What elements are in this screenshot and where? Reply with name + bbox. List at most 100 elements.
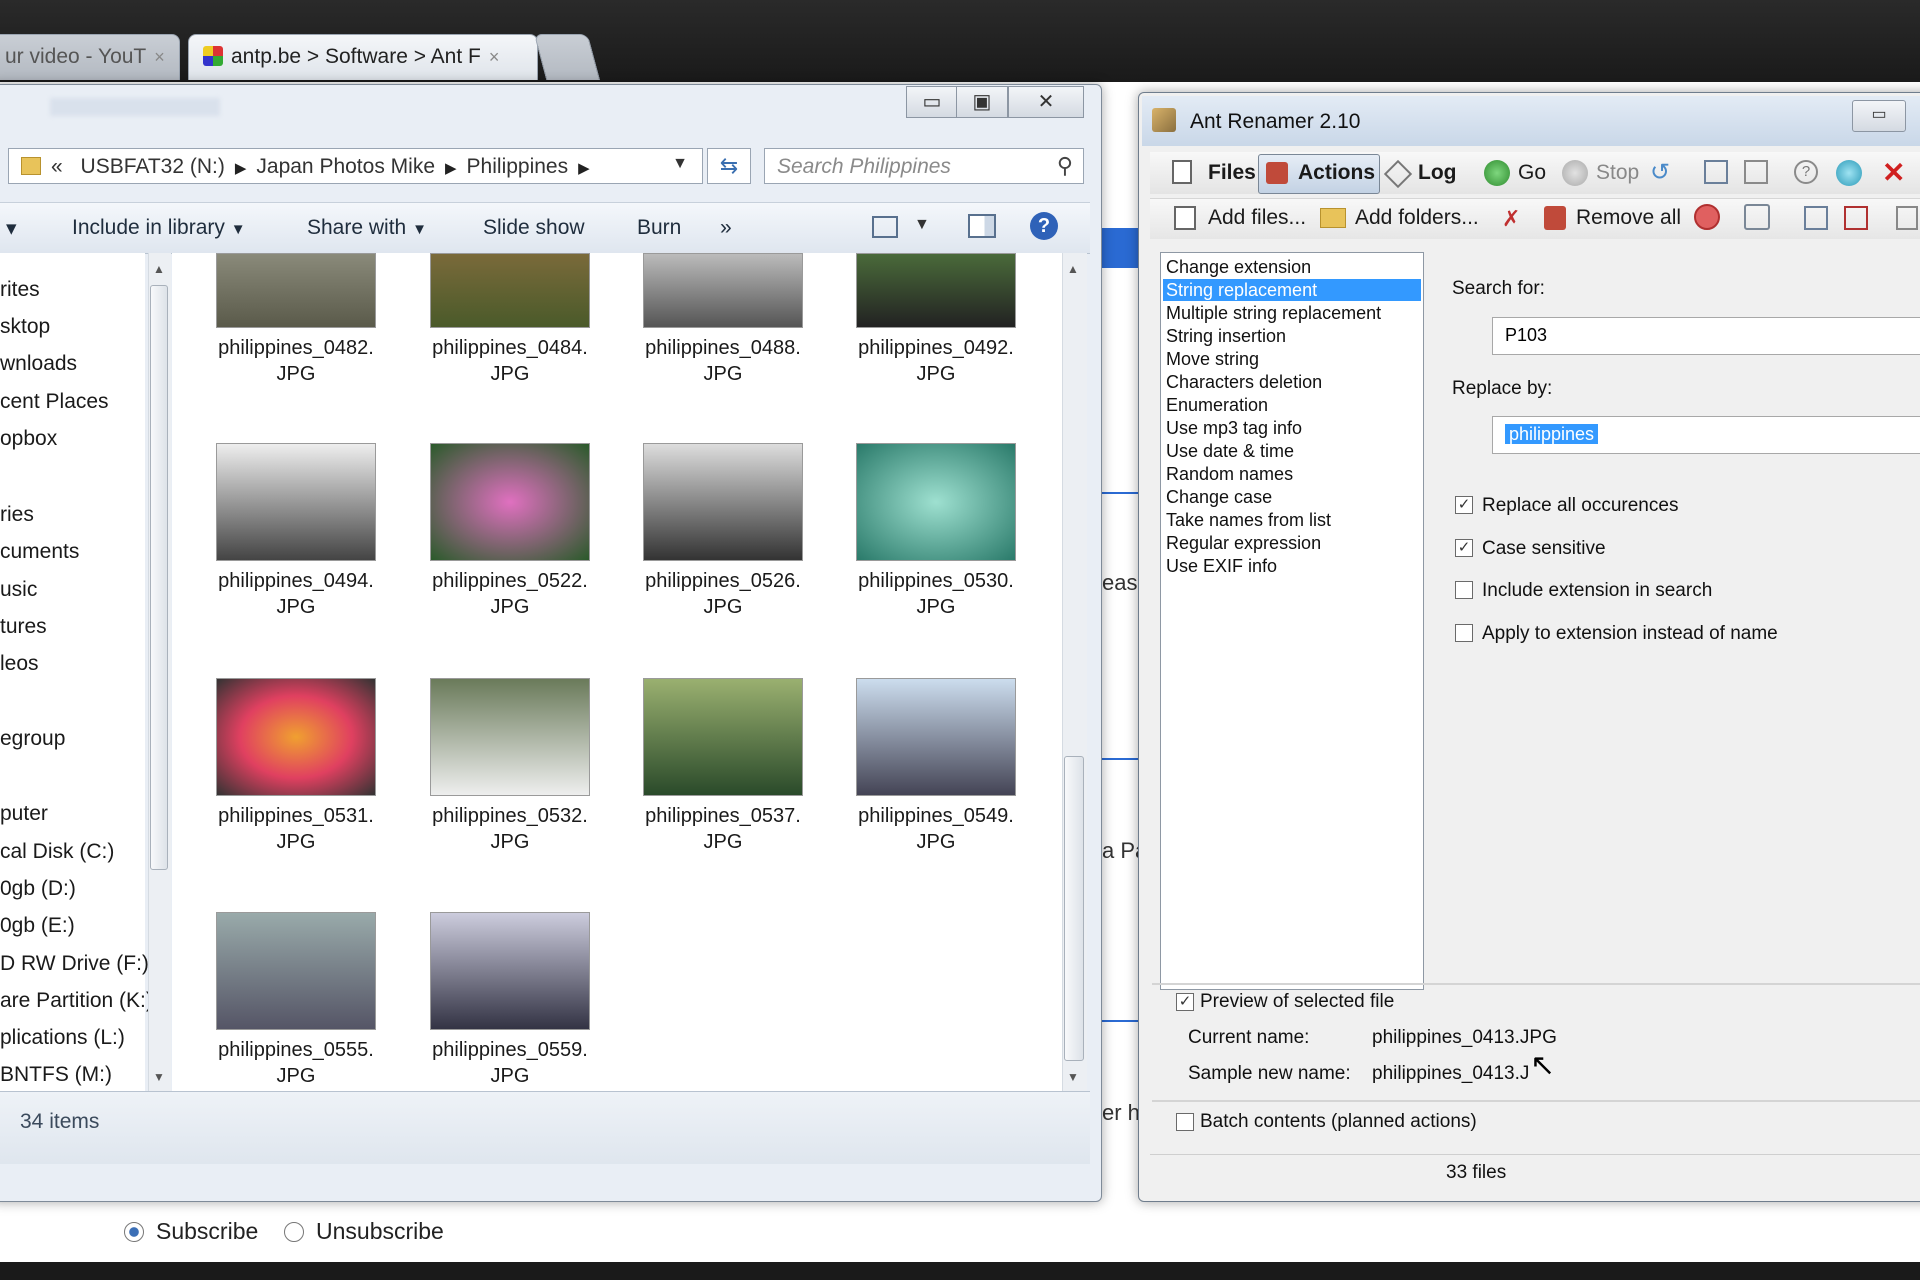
nav-item[interactable]: wnloads: [0, 352, 77, 376]
action-item[interactable]: Change extension: [1166, 257, 1311, 278]
action-item[interactable]: Move string: [1166, 349, 1259, 370]
grid-icon[interactable]: [1744, 160, 1768, 184]
file-name[interactable]: philippines_0532. JPG: [405, 803, 615, 855]
add-files-button[interactable]: Add files...: [1208, 206, 1306, 230]
action-item[interactable]: Characters deletion: [1166, 372, 1322, 393]
photo-thumbnail[interactable]: [430, 253, 590, 328]
add-folders-button[interactable]: Add folders...: [1355, 206, 1479, 230]
nav-item[interactable]: rites: [0, 278, 40, 302]
action-item[interactable]: String replacement: [1166, 280, 1317, 301]
view-dropdown-icon[interactable]: ▼: [914, 216, 930, 234]
nav-item[interactable]: opbox: [0, 427, 57, 451]
nav-item[interactable]: plications (L:): [0, 1026, 125, 1050]
address-bar[interactable]: « USBFAT32 (N:) ▶ Japan Photos Mike ▶ Philip…: [8, 148, 703, 184]
content-scroll-thumb[interactable]: [1064, 756, 1084, 1061]
action-item[interactable]: Change case: [1166, 487, 1272, 508]
breadcrumb-current[interactable]: Philippines: [467, 155, 569, 178]
nav-item[interactable]: 0gb (D:): [0, 877, 76, 901]
replace-all-checkbox[interactable]: ✓: [1455, 496, 1473, 514]
more-commands-button[interactable]: »: [720, 216, 732, 240]
nav-item[interactable]: leos: [0, 652, 39, 676]
search-for-input[interactable]: P103: [1492, 317, 1920, 355]
replace-by-input[interactable]: philippines: [1492, 416, 1920, 454]
nav-item[interactable]: are Partition (K:): [0, 989, 153, 1013]
browser-tab-youtube[interactable]: ur video - YouT ×: [0, 34, 180, 80]
change-view-icon[interactable]: [872, 216, 898, 238]
share-with-button[interactable]: Share with ▼: [307, 216, 427, 240]
slide-show-button[interactable]: Slide show: [483, 216, 585, 240]
photo-thumbnail[interactable]: [643, 253, 803, 328]
maximize-button[interactable]: ▣: [956, 86, 1008, 118]
ant-minimize-button[interactable]: ▭: [1852, 100, 1906, 132]
photo-thumbnail[interactable]: [856, 443, 1016, 561]
action-item[interactable]: Multiple string replacement: [1166, 303, 1381, 324]
nav-item[interactable]: puter: [0, 802, 48, 826]
scroll-down-arrow-icon[interactable]: ▼: [153, 1070, 165, 1084]
nav-item[interactable]: D RW Drive (F:): [0, 952, 149, 976]
remove-selected-icon[interactable]: ✗: [1502, 206, 1520, 232]
clear-icon[interactable]: [1694, 204, 1720, 230]
nav-item[interactable]: cent Places: [0, 390, 109, 414]
browser-tab-antp[interactable]: antp.be > Software > Ant F ×: [188, 34, 538, 80]
file-name[interactable]: philippines_0526. JPG: [618, 568, 828, 620]
settings-icon[interactable]: [1896, 206, 1918, 230]
address-dropdown-icon[interactable]: ▼: [672, 155, 688, 173]
breadcrumb-folder[interactable]: Japan Photos Mike: [256, 155, 435, 178]
nav-item[interactable]: tures: [0, 615, 47, 639]
file-name[interactable]: philippines_0530. JPG: [831, 568, 1041, 620]
stop-button[interactable]: Stop: [1596, 161, 1639, 185]
scroll-up-arrow-icon[interactable]: ▲: [153, 262, 165, 276]
action-item[interactable]: Enumeration: [1166, 395, 1268, 416]
search-icon[interactable]: ⚲: [1057, 153, 1073, 179]
nav-item[interactable]: cal Disk (C:): [0, 840, 114, 864]
photo-thumbnail[interactable]: [643, 443, 803, 561]
log-tab-button[interactable]: Log: [1418, 161, 1456, 185]
close-button[interactable]: ✕: [1008, 86, 1084, 118]
file-name[interactable]: philippines_0537. JPG: [618, 803, 828, 855]
action-item[interactable]: String insertion: [1166, 326, 1286, 347]
photo-thumbnail[interactable]: [216, 912, 376, 1030]
nav-scroll-thumb[interactable]: [150, 285, 168, 870]
subscribe-radio[interactable]: [124, 1222, 144, 1242]
file-name[interactable]: philippines_0549. JPG: [831, 803, 1041, 855]
file-name[interactable]: philippines_0522. JPG: [405, 568, 615, 620]
remove-all-button[interactable]: Remove all: [1576, 206, 1681, 230]
case-sensitive-checkbox[interactable]: ✓: [1455, 539, 1473, 557]
preview-checkbox[interactable]: ✓: [1176, 993, 1194, 1011]
search-files-icon[interactable]: [1744, 204, 1770, 230]
action-item[interactable]: Take names from list: [1166, 510, 1331, 531]
file-name[interactable]: philippines_0492. JPG: [831, 335, 1041, 387]
photo-thumbnail[interactable]: [430, 678, 590, 796]
photo-thumbnail[interactable]: [856, 253, 1016, 328]
file-name[interactable]: philippines_0494. JPG: [191, 568, 401, 620]
file-name[interactable]: philippines_0488. JPG: [618, 335, 828, 387]
help-icon[interactable]: ?: [1030, 212, 1058, 240]
organize-dropdown-arrow[interactable]: ▾: [6, 216, 17, 241]
batch-checkbox[interactable]: [1176, 1113, 1194, 1131]
undo-icon[interactable]: ↺: [1650, 158, 1670, 187]
file-name[interactable]: philippines_0482. JPG: [191, 335, 401, 387]
file-name[interactable]: philippines_0531. JPG: [191, 803, 401, 855]
refresh-icon[interactable]: ⇆: [707, 148, 751, 184]
action-item[interactable]: Use date & time: [1166, 441, 1294, 462]
photo-thumbnail[interactable]: [430, 912, 590, 1030]
nav-item[interactable]: egroup: [0, 727, 65, 751]
nav-item[interactable]: ries: [0, 503, 34, 527]
nav-item[interactable]: sktop: [0, 315, 50, 339]
action-item[interactable]: Use mp3 tag info: [1166, 418, 1302, 439]
action-item[interactable]: Use EXIF info: [1166, 556, 1277, 577]
file-name[interactable]: philippines_0484. JPG: [405, 335, 615, 387]
photo-thumbnail[interactable]: [643, 678, 803, 796]
nav-item[interactable]: cuments: [0, 540, 79, 564]
action-item[interactable]: Regular expression: [1166, 533, 1321, 554]
expand-icon[interactable]: [1804, 206, 1828, 230]
photo-thumbnail[interactable]: [856, 678, 1016, 796]
nav-item[interactable]: usic: [0, 578, 37, 602]
breadcrumb-drive[interactable]: USBFAT32 (N:): [81, 155, 225, 178]
preview-pane-icon[interactable]: [968, 214, 996, 238]
tab-close-icon[interactable]: ×: [489, 47, 500, 67]
action-item[interactable]: Random names: [1166, 464, 1293, 485]
scroll-up-arrow-icon[interactable]: ▲: [1067, 262, 1079, 276]
nav-item[interactable]: BNTFS (M:): [0, 1063, 112, 1087]
file-name[interactable]: philippines_0555. JPG: [191, 1037, 401, 1089]
